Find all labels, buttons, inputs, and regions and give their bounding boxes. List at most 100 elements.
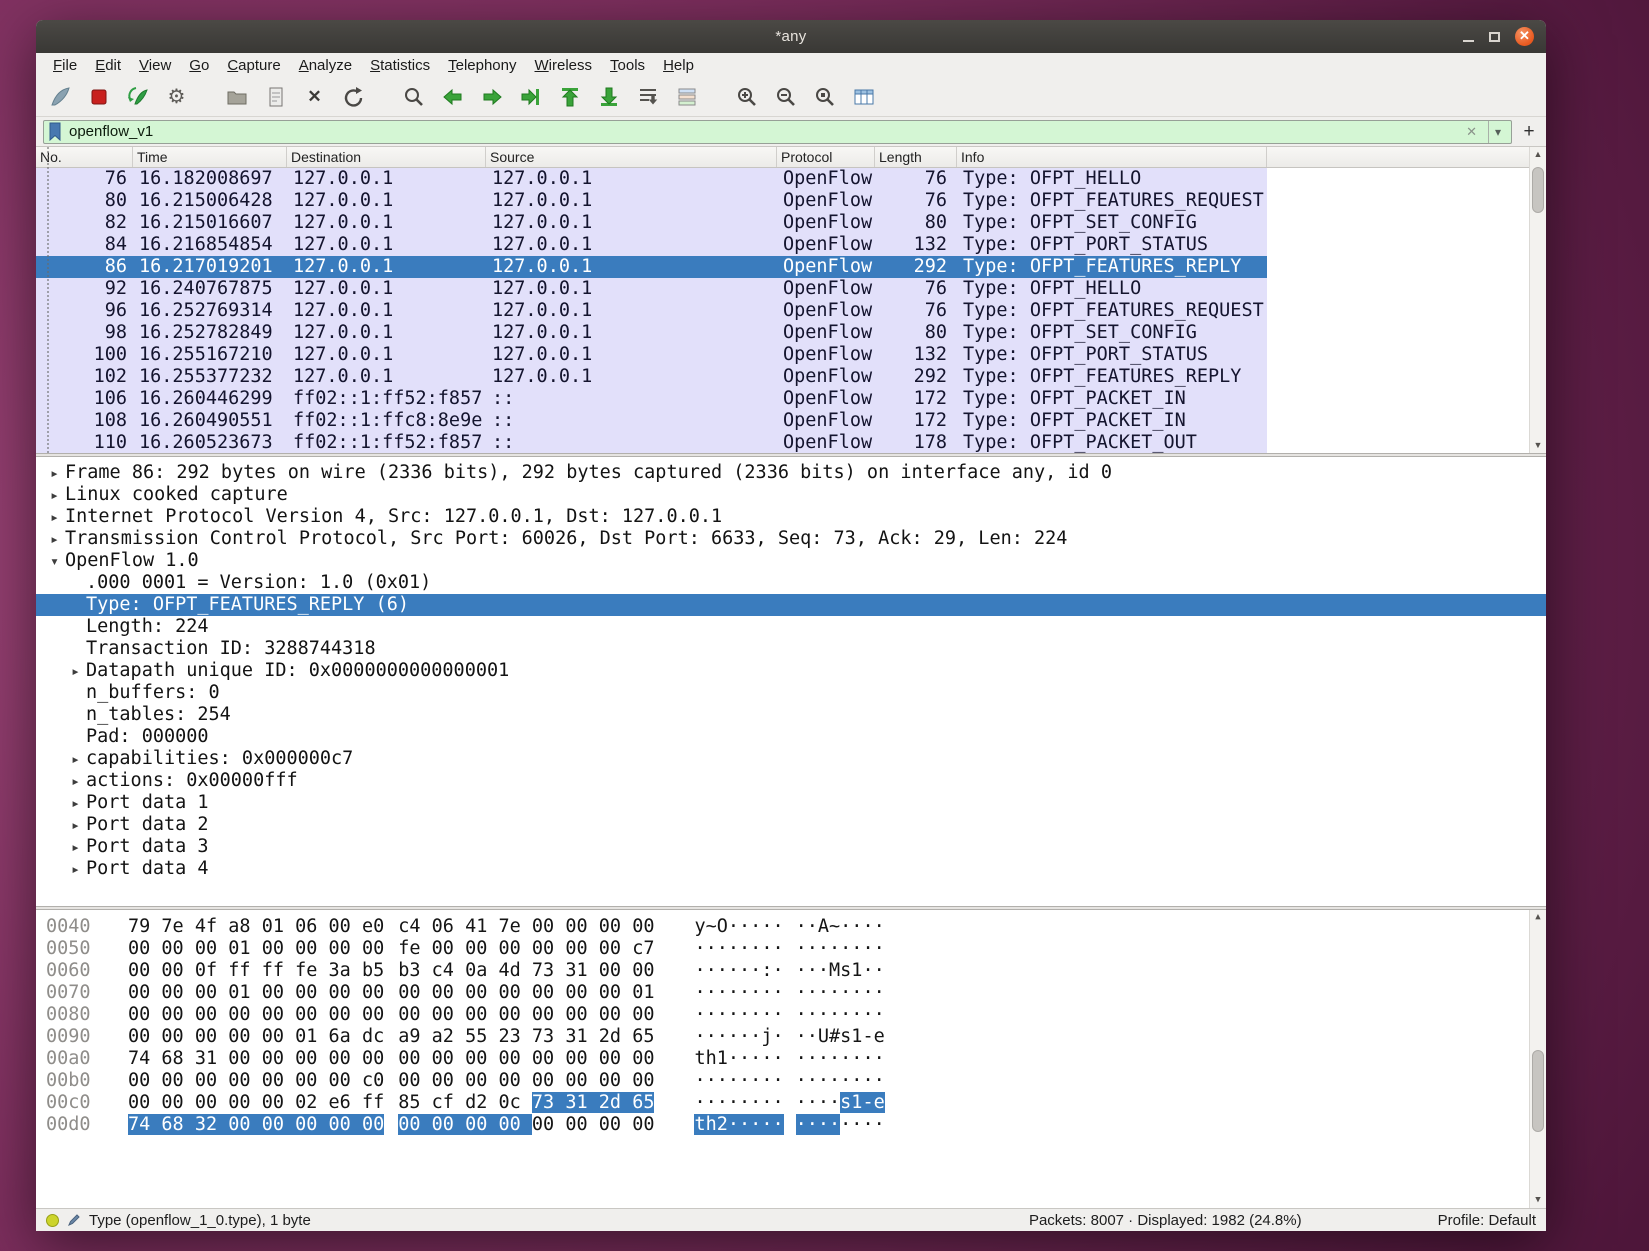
hex-row[interactable]: 00a0 74 68 31 00 00 00 00 00 00 00 00 00 0… [36, 1048, 1546, 1070]
detail-line[interactable]: ▸ Port data 2 [36, 814, 1546, 836]
expander-icon[interactable]: ▸ [65, 660, 86, 682]
capture-options-button[interactable]: ⚙ [163, 83, 190, 110]
detail-line[interactable]: ▸ Port data 1 [36, 792, 1546, 814]
hex-row[interactable]: 00d0 74 68 32 00 00 00 00 00 00 00 00 00 0… [36, 1114, 1546, 1136]
go-to-packet-button[interactable] [517, 83, 544, 110]
zoom-out-button[interactable] [772, 83, 799, 110]
column-header-len[interactable]: Length [875, 147, 957, 167]
detail-line[interactable]: n_buffers: 0 [36, 682, 1546, 704]
menu-file[interactable]: File [44, 55, 86, 76]
column-header-time[interactable]: Time [133, 147, 287, 167]
packet-row[interactable]: 84 16.216854854 127.0.0.1 127.0.0.1 OpenFlow… [36, 234, 1267, 256]
column-header-proto[interactable]: Protocol [777, 147, 875, 167]
expander-icon[interactable]: ▸ [44, 528, 65, 550]
detail-line[interactable]: Transaction ID: 3288744318 [36, 638, 1546, 660]
packet-row[interactable]: 82 16.215016607 127.0.0.1 127.0.0.1 OpenFlow… [36, 212, 1267, 234]
detail-line[interactable]: ▸ capabilities: 0x000000c7 [36, 748, 1546, 770]
expander-icon[interactable]: ▸ [65, 792, 86, 814]
menu-statistics[interactable]: Statistics [361, 55, 439, 76]
expander-icon[interactable]: ▸ [44, 506, 65, 528]
minimize-button[interactable] [1463, 39, 1474, 42]
scrollbar-thumb[interactable] [1532, 1050, 1544, 1132]
menu-wireless[interactable]: Wireless [526, 55, 602, 76]
packet-list-scrollbar[interactable]: ▲ ▼ [1529, 147, 1546, 453]
hex-row[interactable]: 0060 00 00 0f ff ff fe 3a b5 b3 c4 0a 4d 7… [36, 960, 1546, 982]
hex-row[interactable]: 00b0 00 00 00 00 00 00 00 c0 00 00 00 00 0… [36, 1070, 1546, 1092]
packet-row[interactable]: 108 16.260490551 ff02::1:ffc8:8e9e:: OpenFl… [36, 410, 1267, 432]
edit-comment-icon[interactable] [67, 1213, 81, 1227]
hex-scrollbar[interactable]: ▲ ▼ [1529, 910, 1546, 1208]
hex-row[interactable]: 0090 00 00 00 00 00 01 6a dc a9 a2 55 23 7… [36, 1026, 1546, 1048]
column-header-no[interactable]: No. [36, 147, 133, 167]
profile-text[interactable]: Profile: Default [1438, 1212, 1536, 1229]
filter-clear-icon[interactable]: ✕ [1462, 124, 1481, 140]
zoom-reset-button[interactable] [811, 83, 838, 110]
colorize-button[interactable] [673, 83, 700, 110]
expander-icon[interactable]: ▸ [65, 858, 86, 880]
detail-line[interactable]: ▸ Port data 4 [36, 858, 1546, 880]
scrollbar-thumb[interactable] [1532, 167, 1544, 213]
save-file-button[interactable] [262, 83, 289, 110]
menu-help[interactable]: Help [654, 55, 703, 76]
expert-info-icon[interactable] [46, 1213, 59, 1227]
filter-add-button[interactable]: + [1519, 121, 1539, 143]
expander-icon[interactable]: ▸ [65, 814, 86, 836]
detail-line[interactable]: ▸ Linux cooked capture [36, 484, 1546, 506]
close-file-button[interactable]: ✕ [301, 83, 328, 110]
detail-line[interactable]: Type: OFPT_FEATURES_REPLY (6) [36, 594, 1546, 616]
detail-line[interactable]: ▾ OpenFlow 1.0 [36, 550, 1546, 572]
detail-line[interactable]: n_tables: 254 [36, 704, 1546, 726]
expander-icon[interactable]: ▸ [65, 836, 86, 858]
go-back-button[interactable] [439, 83, 466, 110]
menu-tools[interactable]: Tools [601, 55, 654, 76]
menu-telephony[interactable]: Telephony [439, 55, 525, 76]
scroll-down-icon[interactable]: ▼ [1530, 1193, 1546, 1208]
capture-stop-button[interactable] [85, 83, 112, 110]
expander-icon[interactable]: ▸ [65, 748, 86, 770]
hex-row[interactable]: 0050 00 00 00 01 00 00 00 00 fe 00 00 00 0… [36, 938, 1546, 960]
hex-row[interactable]: 0080 00 00 00 00 00 00 00 00 00 00 00 00 0… [36, 1004, 1546, 1026]
open-file-button[interactable] [223, 83, 250, 110]
scroll-down-icon[interactable]: ▼ [1530, 438, 1546, 453]
menu-go[interactable]: Go [180, 55, 218, 76]
close-button[interactable]: ✕ [1515, 27, 1534, 46]
menu-view[interactable]: View [130, 55, 180, 76]
reload-button[interactable] [340, 83, 367, 110]
packet-row[interactable]: 86 16.217019201 127.0.0.1 127.0.0.1 OpenFlow… [36, 256, 1267, 278]
packet-row[interactable]: 76 16.182008697 127.0.0.1 127.0.0.1 OpenFlow… [36, 168, 1267, 190]
packet-row[interactable]: 102 16.255377232 127.0.0.1 127.0.0.1 OpenFlo… [36, 366, 1267, 388]
packet-row[interactable]: 106 16.260446299 ff02::1:ff52:f857:: OpenFl… [36, 388, 1267, 410]
titlebar[interactable]: *any ✕ [36, 20, 1546, 53]
menu-edit[interactable]: Edit [86, 55, 130, 76]
auto-scroll-button[interactable] [634, 83, 661, 110]
go-first-packet-button[interactable] [556, 83, 583, 110]
go-forward-button[interactable] [478, 83, 505, 110]
resize-columns-button[interactable] [850, 83, 877, 110]
hex-row[interactable]: 0070 00 00 00 01 00 00 00 00 00 00 00 00 0… [36, 982, 1546, 1004]
packet-row[interactable]: 110 16.260523673 ff02::1:ff52:f857:: OpenFl… [36, 432, 1267, 453]
detail-line[interactable]: ▸ Frame 86: 292 bytes on wire (2336 bits)… [36, 462, 1546, 484]
detail-line[interactable]: ▸ Port data 3 [36, 836, 1546, 858]
detail-line[interactable]: Length: 224 [36, 616, 1546, 638]
expander-icon[interactable]: ▾ [44, 550, 65, 572]
menu-capture[interactable]: Capture [218, 55, 289, 76]
scroll-up-icon[interactable]: ▲ [1530, 910, 1546, 925]
expander-icon[interactable]: ▸ [65, 770, 86, 792]
packet-row[interactable]: 100 16.255167210 127.0.0.1 127.0.0.1 OpenFlo… [36, 344, 1267, 366]
column-header-src[interactable]: Source [486, 147, 777, 167]
detail-line[interactable]: .000 0001 = Version: 1.0 (0x01) [36, 572, 1546, 594]
detail-line[interactable]: ▸ Internet Protocol Version 4, Src: 127.0… [36, 506, 1546, 528]
display-filter-input[interactable]: openflow_v1 ✕ ▾ [43, 119, 1512, 144]
detail-line[interactable]: Pad: 000000 [36, 726, 1546, 748]
packet-row[interactable]: 96 16.252769314 127.0.0.1 127.0.0.1 OpenFlow… [36, 300, 1267, 322]
expander-icon[interactable]: ▸ [44, 462, 65, 484]
menu-analyze[interactable]: Analyze [290, 55, 361, 76]
hex-row[interactable]: 0040 79 7e 4f a8 01 06 00 e0 c4 06 41 7e 0… [36, 916, 1546, 938]
detail-line[interactable]: ▸ Transmission Control Protocol, Src Port… [36, 528, 1546, 550]
maximize-button[interactable] [1489, 31, 1500, 42]
column-header-dest[interactable]: Destination [287, 147, 486, 167]
filter-dropdown-icon[interactable]: ▾ [1487, 120, 1507, 143]
packet-row[interactable]: 98 16.252782849 127.0.0.1 127.0.0.1 OpenFlow… [36, 322, 1267, 344]
packet-row[interactable]: 92 16.240767875 127.0.0.1 127.0.0.1 OpenFlow… [36, 278, 1267, 300]
detail-line[interactable]: ▸ actions: 0x00000fff [36, 770, 1546, 792]
